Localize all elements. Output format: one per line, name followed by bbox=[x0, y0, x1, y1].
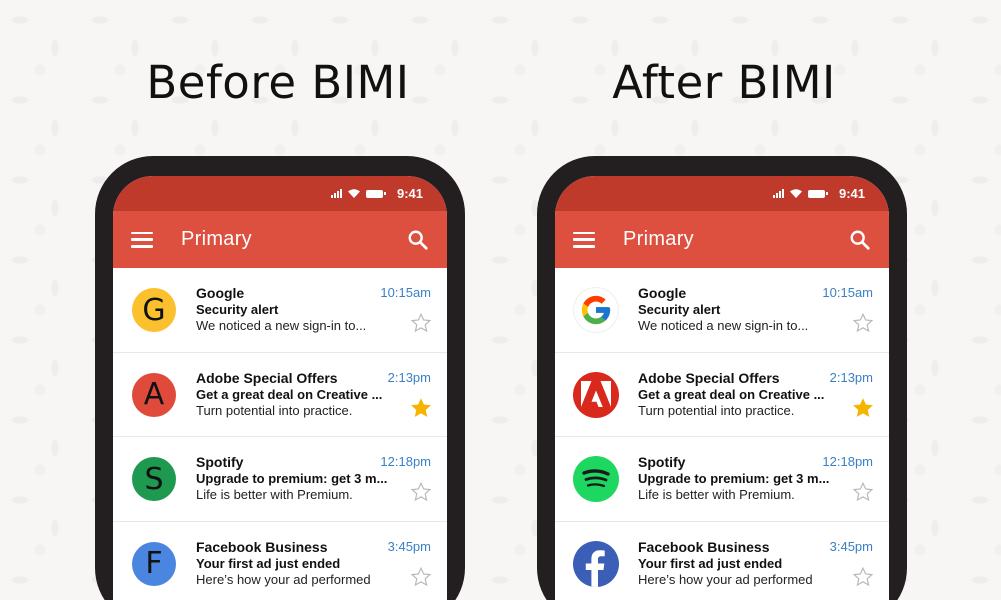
google-logo-icon bbox=[573, 287, 619, 333]
email-sender: Spotify bbox=[196, 454, 244, 470]
email-list: Google Security alert We noticed a new s… bbox=[555, 268, 889, 600]
email-sender: Adobe Special Offers bbox=[196, 369, 338, 386]
email-preview: We noticed a new sign-in to... bbox=[196, 318, 367, 333]
phone-screen: 9:41 Primary Google Security alert We no… bbox=[555, 176, 889, 600]
search-icon[interactable] bbox=[407, 229, 429, 251]
email-time: 10:15am bbox=[822, 285, 873, 300]
email-list: G Google Security alert We noticed a new… bbox=[113, 268, 447, 600]
email-preview: Turn potential into practice. bbox=[638, 402, 795, 418]
adobe-logo-icon bbox=[573, 371, 619, 418]
email-preview: We noticed a new sign-in to... bbox=[638, 318, 809, 333]
email-subject: Get a great deal on Creative ... bbox=[196, 386, 383, 402]
email-subject: Security alert bbox=[196, 302, 279, 317]
app-bar: Primary bbox=[113, 211, 447, 268]
email-time: 3:45pm bbox=[387, 538, 431, 554]
phone-before: 9:41 Primary G Google Security alert We … bbox=[95, 156, 465, 600]
status-time: 9:41 bbox=[838, 186, 865, 201]
email-subject: Your first ad just ended bbox=[638, 555, 783, 571]
signal-icon bbox=[772, 189, 784, 198]
email-sender: Google bbox=[638, 285, 687, 301]
app-title: Primary bbox=[623, 228, 694, 250]
email-time: 10:15am bbox=[380, 285, 431, 300]
status-time: 9:41 bbox=[396, 186, 423, 201]
phone-screen: 9:41 Primary G Google Security alert We … bbox=[113, 176, 447, 600]
email-row[interactable]: G Google Security alert We noticed a new… bbox=[113, 268, 447, 353]
email-time: 2:13pm bbox=[387, 369, 431, 385]
battery-icon bbox=[365, 189, 386, 198]
email-sender: Facebook Business bbox=[196, 538, 328, 555]
star-icon[interactable] bbox=[852, 481, 874, 503]
avatar: A bbox=[132, 372, 176, 417]
avatar: S bbox=[132, 457, 176, 501]
email-sender: Google bbox=[196, 285, 245, 301]
email-sender: Facebook Business bbox=[638, 538, 770, 555]
star-icon[interactable] bbox=[852, 397, 874, 419]
email-preview: Life is better with Premium. bbox=[196, 487, 353, 502]
email-preview: Turn potential into practice. bbox=[196, 402, 353, 418]
email-subject: Get a great deal on Creative ... bbox=[638, 386, 825, 402]
email-time: 12:18pm bbox=[822, 454, 873, 469]
app-title: Primary bbox=[181, 228, 252, 250]
after-heading: After BIMI bbox=[612, 56, 836, 109]
email-preview: Here’s how your ad performed bbox=[196, 571, 371, 587]
avatar: F bbox=[132, 541, 176, 586]
email-time: 2:13pm bbox=[829, 369, 873, 385]
signal-icon bbox=[330, 189, 342, 198]
star-icon[interactable] bbox=[410, 566, 432, 588]
battery-icon bbox=[807, 189, 828, 198]
before-heading: Before BIMI bbox=[146, 56, 410, 109]
email-row[interactable]: Facebook Business Your first ad just end… bbox=[555, 522, 889, 600]
email-time: 12:18pm bbox=[380, 454, 431, 469]
menu-icon[interactable] bbox=[131, 231, 153, 248]
email-subject: Your first ad just ended bbox=[196, 555, 341, 571]
email-row[interactable]: Adobe Special Offers Get a great deal on… bbox=[555, 353, 889, 437]
avatar: G bbox=[132, 288, 176, 332]
menu-icon[interactable] bbox=[573, 231, 595, 248]
wifi-icon bbox=[347, 189, 360, 198]
star-icon[interactable] bbox=[410, 481, 432, 503]
email-sender: Adobe Special Offers bbox=[638, 369, 780, 386]
email-row[interactable]: F Facebook Business Your first ad just e… bbox=[113, 522, 447, 600]
email-row[interactable]: Spotify Upgrade to premium: get 3 m... L… bbox=[555, 437, 889, 522]
email-row[interactable]: S Spotify Upgrade to premium: get 3 m...… bbox=[113, 437, 447, 522]
email-preview: Life is better with Premium. bbox=[638, 487, 795, 502]
search-icon[interactable] bbox=[849, 229, 871, 251]
status-bar: 9:41 bbox=[113, 176, 447, 211]
app-bar: Primary bbox=[555, 211, 889, 268]
email-sender: Spotify bbox=[638, 454, 686, 470]
star-icon[interactable] bbox=[852, 566, 874, 588]
email-subject: Security alert bbox=[638, 302, 721, 317]
star-icon[interactable] bbox=[410, 397, 432, 419]
status-bar: 9:41 bbox=[555, 176, 889, 211]
phone-after: 9:41 Primary Google Security alert We no… bbox=[537, 156, 907, 600]
facebook-logo-icon bbox=[573, 540, 619, 587]
email-subject: Upgrade to premium: get 3 m... bbox=[638, 471, 830, 486]
email-subject: Upgrade to premium: get 3 m... bbox=[196, 471, 388, 486]
star-icon[interactable] bbox=[852, 312, 874, 334]
spotify-logo-icon bbox=[573, 456, 619, 502]
email-time: 3:45pm bbox=[829, 538, 873, 554]
star-icon[interactable] bbox=[410, 312, 432, 334]
email-row[interactable]: A Adobe Special Offers Get a great deal … bbox=[113, 353, 447, 437]
email-row[interactable]: Google Security alert We noticed a new s… bbox=[555, 268, 889, 353]
email-preview: Here’s how your ad performed bbox=[638, 571, 813, 587]
wifi-icon bbox=[789, 189, 802, 198]
